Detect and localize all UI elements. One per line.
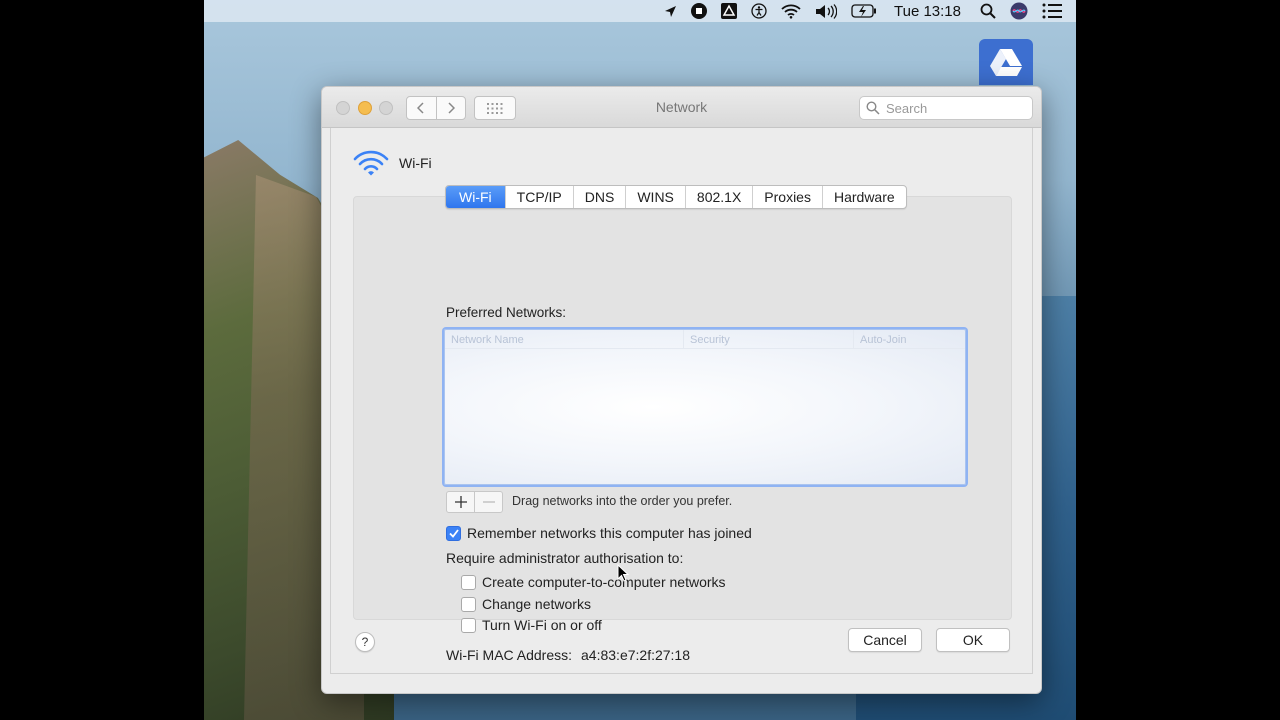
menubar-clock[interactable]: Tue 13:18 xyxy=(894,0,961,22)
wifi-interface-icon xyxy=(353,150,389,176)
notification-center-icon[interactable] xyxy=(1042,0,1062,22)
create-networks-label: Create computer-to-computer networks xyxy=(482,574,726,590)
accessibility-icon[interactable] xyxy=(751,0,767,22)
add-network-button[interactable] xyxy=(447,492,474,512)
title-bar: Network xyxy=(322,87,1041,128)
checkbox-unchecked[interactable] xyxy=(461,574,476,590)
plus-icon xyxy=(454,496,467,508)
checkbox-unchecked[interactable] xyxy=(461,617,476,633)
column-auto-join[interactable]: Auto-Join xyxy=(854,330,965,348)
advanced-settings-sheet: Wi-Fi Wi-Fi TCP/IP DNS WINS 802.1X Proxies Har… xyxy=(330,128,1033,674)
column-network-name[interactable]: Network Name xyxy=(445,330,684,348)
preferred-networks-table[interactable]: Network Name Security Auto-Join xyxy=(444,329,966,485)
tab-wins[interactable]: WINS xyxy=(625,186,685,208)
preferred-networks-label: Preferred Networks: xyxy=(446,305,567,320)
network-preferences-window: Network Wi-Fi Wi-FiTCP/IPDNSWINS802.1XPr… xyxy=(321,86,1042,694)
turn-wifi-checkbox[interactable]: Turn Wi-Fi on or off xyxy=(461,617,602,633)
change-networks-checkbox[interactable]: Change networks xyxy=(461,596,591,612)
checkbox-checked[interactable] xyxy=(446,525,461,541)
remember-networks-checkbox[interactable]: Remember networks this computer has join… xyxy=(446,525,752,541)
ok-button[interactable]: OK xyxy=(936,628,1010,652)
cancel-button[interactable]: Cancel xyxy=(848,628,922,652)
stop-recording-icon[interactable] xyxy=(691,0,707,22)
turn-wifi-label: Turn Wi-Fi on or off xyxy=(482,617,602,633)
tab-proxies[interactable]: Proxies xyxy=(752,186,822,208)
tab-wi-fi[interactable]: Wi-Fi xyxy=(446,186,505,208)
google-drive-desktop-icon[interactable] xyxy=(979,39,1033,85)
tab-hardware[interactable]: Hardware xyxy=(821,186,906,208)
tab-tcp-ip[interactable]: TCP/IP xyxy=(504,186,573,208)
settings-tabs: Wi-Fi TCP/IP DNS WINS 802.1X Proxies Hardware xyxy=(445,185,907,209)
wifi-icon[interactable] xyxy=(781,0,801,22)
spotlight-search-icon[interactable] xyxy=(980,0,996,22)
battery-icon[interactable] xyxy=(851,0,877,22)
siri-icon[interactable] xyxy=(1010,0,1028,22)
mouse-pointer-icon xyxy=(617,563,630,587)
checkbox-unchecked[interactable] xyxy=(461,596,476,612)
create-networks-checkbox[interactable]: Create computer-to-computer networks xyxy=(461,574,726,590)
search-icon xyxy=(866,101,880,115)
interface-header: Wi-Fi xyxy=(353,150,432,176)
change-networks-label: Change networks xyxy=(482,596,591,612)
tab-802-1x[interactable]: 802.1X xyxy=(684,186,752,208)
search-field[interactable] xyxy=(859,96,1033,120)
column-security[interactable]: Security xyxy=(684,330,854,348)
mac-address-label: Wi-Fi MAC Address: xyxy=(446,647,573,663)
add-remove-network-control xyxy=(446,491,503,513)
checkmark-icon xyxy=(448,528,459,538)
location-arrow-icon[interactable] xyxy=(664,0,677,22)
volume-icon[interactable] xyxy=(815,0,837,22)
minus-icon xyxy=(482,501,495,503)
help-button[interactable]: ? xyxy=(355,632,375,652)
table-header: Network Name Security Auto-Join xyxy=(445,330,965,349)
search-input[interactable] xyxy=(884,99,1028,117)
mac-address-value: a4:83:e7:2f:27:18 xyxy=(581,647,691,663)
google-drive-icon[interactable] xyxy=(721,0,737,22)
tab-dns[interactable]: DNS xyxy=(572,186,626,208)
drag-networks-hint: Drag networks into the order you prefer. xyxy=(512,494,733,508)
remember-networks-label: Remember networks this computer has join… xyxy=(467,525,752,541)
wifi-tab-panel: Preferred Networks: Network Name Securit… xyxy=(353,196,1012,663)
interface-name: Wi-Fi xyxy=(399,155,432,171)
menu-bar: Tue 13:18 xyxy=(204,0,1076,22)
remove-network-button[interactable] xyxy=(474,492,502,512)
require-admin-label: Require administrator authorisation to: xyxy=(446,550,684,566)
mac-address-row: Wi-Fi MAC Address: a4:83:e7:2f:27:18 xyxy=(446,647,690,663)
